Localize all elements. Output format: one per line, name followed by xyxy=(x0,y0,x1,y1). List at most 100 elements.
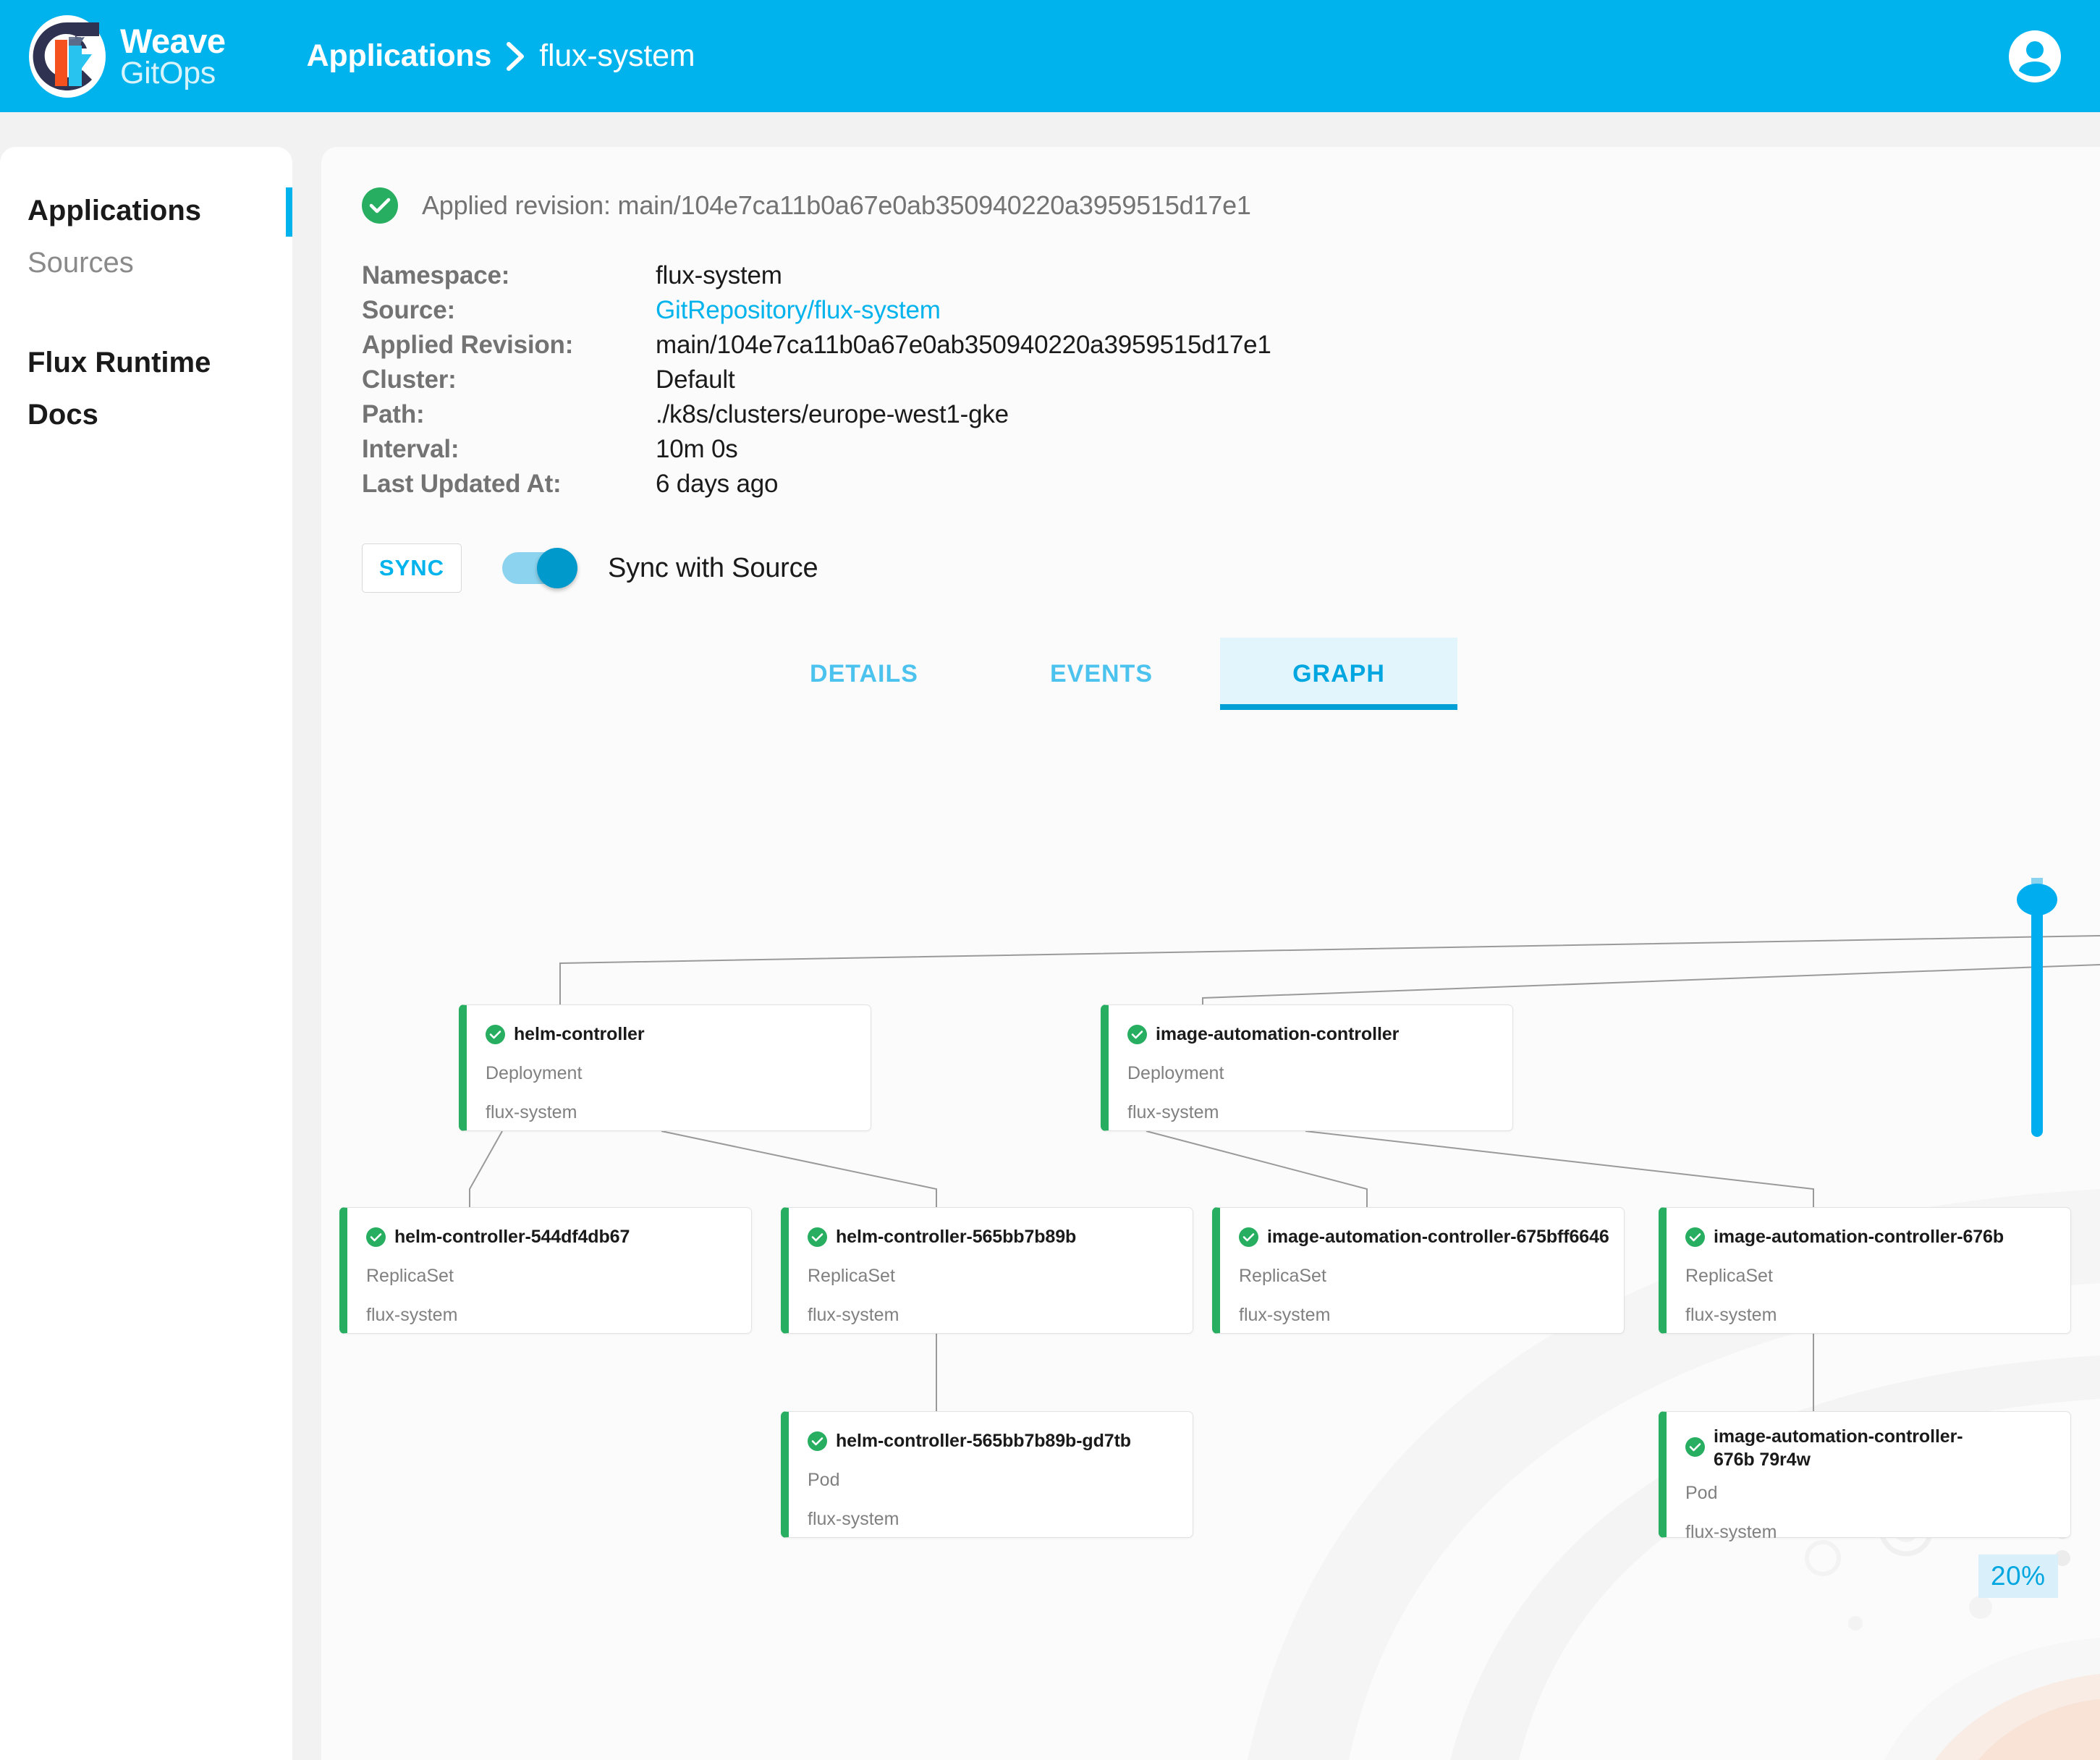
graph-node-namespace: flux-system xyxy=(366,1305,458,1325)
graph-node-kind: Pod xyxy=(1685,1483,1718,1503)
check-circle-icon xyxy=(808,1431,827,1451)
graph-node[interactable]: helm-controller-565bb7b89b-gd7tb Pod flu… xyxy=(781,1411,1193,1538)
detail-row-namespace: Namespace: flux-system xyxy=(362,261,2100,296)
graph-node[interactable]: image-automation-controller-676b 79r4w P… xyxy=(1659,1411,2071,1542)
check-circle-icon xyxy=(1685,1227,1705,1247)
graph-node-kind: Deployment xyxy=(486,1063,583,1083)
detail-value-source-link[interactable]: GitRepository/flux-system xyxy=(656,296,941,325)
detail-row-cluster: Cluster: Default xyxy=(362,365,2100,400)
graph-node-name: image-automation-controller-675bff6646 xyxy=(1267,1227,1609,1247)
graph-node-title: image-automation-controller-676b 79r4w xyxy=(1685,1425,1989,1471)
detail-value: Default xyxy=(656,365,735,394)
graph-node-namespace: flux-system xyxy=(1239,1305,1331,1325)
detail-key: Interval: xyxy=(362,435,460,463)
detail-key: Namespace: xyxy=(362,261,510,289)
sync-controls: SYNC Sync with Source xyxy=(362,543,2100,593)
graph-node-kind: ReplicaSet xyxy=(808,1266,895,1286)
graph-node-name: image-automation-controller xyxy=(1156,1024,1400,1044)
detail-row-last-updated: Last Updated At: 6 days ago xyxy=(362,470,2100,504)
toggle-knob xyxy=(537,548,577,588)
graph-node-kind: ReplicaSet xyxy=(1685,1266,1773,1286)
graph-node[interactable]: helm-controller-565bb7b89b ReplicaSet fl… xyxy=(781,1207,1193,1334)
breadcrumb-applications[interactable]: Applications xyxy=(307,38,492,74)
breadcrumb: Applications flux-system xyxy=(307,38,695,74)
tab-bar: DETAILS EVENTS GRAPH xyxy=(745,638,2100,710)
graph-node-title: helm-controller-544df4db67 xyxy=(366,1225,732,1248)
graph-node-name: helm-controller-565bb7b89b xyxy=(836,1227,1077,1247)
sidebar-divider-gap xyxy=(0,289,292,337)
sidebar-item-applications[interactable]: Applications xyxy=(0,185,292,237)
detail-row-path: Path: ./k8s/clusters/europe-west1-gke xyxy=(362,400,2100,435)
graph-node-title: image-automation-controller-675bff6646 xyxy=(1239,1225,1609,1248)
detail-value: 6 days ago xyxy=(656,470,779,498)
graph-node[interactable]: image-automation-controller-675bff6646 R… xyxy=(1212,1207,1625,1334)
graph-node-namespace: flux-system xyxy=(486,1102,577,1122)
brand-text: Weave GitOps xyxy=(120,24,226,89)
graph-zoom-slider[interactable] xyxy=(1994,878,2080,1160)
tab-graph[interactable]: GRAPH xyxy=(1220,638,1457,710)
detail-key: Path: xyxy=(362,400,425,428)
check-circle-icon xyxy=(1685,1437,1705,1457)
detail-value: ./k8s/clusters/europe-west1-gke xyxy=(656,400,1009,428)
graph-node[interactable]: helm-controller Deployment flux-system xyxy=(459,1004,871,1131)
main-panel: Applied revision: main/104e7ca11b0a67e0a… xyxy=(321,147,2100,1760)
graph-node-kind: Pod xyxy=(808,1470,840,1490)
sidebar-item-label: Sources xyxy=(27,246,134,279)
graph-node[interactable]: image-automation-controller-676b Replica… xyxy=(1659,1207,2071,1334)
chevron-right-icon xyxy=(504,41,527,72)
check-circle-icon xyxy=(486,1025,505,1044)
sidebar-item-flux-runtime[interactable]: Flux Runtime xyxy=(0,337,292,389)
detail-key: Cluster: xyxy=(362,365,457,394)
check-circle-icon xyxy=(808,1227,827,1247)
detail-key: Applied Revision: xyxy=(362,331,574,359)
sidebar-item-label: Applications xyxy=(27,194,202,227)
graph-node-name: helm-controller-565bb7b89b-gd7tb xyxy=(836,1431,1131,1451)
graph-node-title: image-automation-controller xyxy=(1127,1023,1494,1046)
sidebar-item-label: Docs xyxy=(27,398,98,431)
detail-value: flux-system xyxy=(656,261,782,289)
graph-node[interactable]: image-automation-controller Deployment f… xyxy=(1101,1004,1513,1131)
graph-node-kind: Deployment xyxy=(1127,1063,1224,1083)
check-circle-icon xyxy=(1239,1227,1258,1247)
sidebar-item-sources[interactable]: Sources xyxy=(0,237,292,289)
check-circle-icon xyxy=(362,187,398,224)
detail-value: main/104e7ca11b0a67e0ab350940220a3959515… xyxy=(656,331,1271,359)
detail-row-interval: Interval: 10m 0s xyxy=(362,435,2100,470)
detail-row-applied-revision: Applied Revision: main/104e7ca11b0a67e0a… xyxy=(362,331,2100,365)
sync-with-source-label: Sync with Source xyxy=(608,552,818,583)
tab-details[interactable]: DETAILS xyxy=(745,638,983,710)
applied-revision-status: Applied revision: main/104e7ca11b0a67e0a… xyxy=(362,187,2100,224)
breadcrumb-current: flux-system xyxy=(539,38,695,73)
account-circle-icon[interactable] xyxy=(2007,29,2062,84)
graph-node-kind: ReplicaSet xyxy=(366,1266,454,1286)
sidebar-item-docs[interactable]: Docs xyxy=(0,389,292,441)
graph-node-kind: ReplicaSet xyxy=(1239,1266,1326,1286)
graph-node-title: image-automation-controller-676b xyxy=(1685,1225,2052,1248)
zoom-slider-thumb[interactable] xyxy=(2017,884,2057,915)
details-list: Namespace: flux-system Source: GitReposi… xyxy=(362,261,2100,504)
brand[interactable]: Weave GitOps xyxy=(27,14,226,99)
tab-events[interactable]: EVENTS xyxy=(983,638,1220,710)
sidebar-active-indicator xyxy=(286,187,292,237)
detail-key: Source: xyxy=(362,296,455,324)
graph-node-namespace: flux-system xyxy=(808,1305,899,1325)
graph-node-namespace: flux-system xyxy=(808,1509,899,1529)
graph-node-name: helm-controller xyxy=(514,1024,645,1044)
top-bar: Weave GitOps Applications flux-system xyxy=(0,0,2100,112)
graph-node[interactable]: helm-controller-544df4db67 ReplicaSet fl… xyxy=(339,1207,752,1334)
graph-node-name: image-automation-controller-676b 79r4w xyxy=(1714,1426,1963,1470)
weave-gitops-logo-icon xyxy=(29,14,106,98)
graph-node-name: helm-controller-544df4db67 xyxy=(394,1227,630,1247)
sync-button[interactable]: SYNC xyxy=(362,543,462,593)
graph-node-title: helm-controller-565bb7b89b xyxy=(808,1225,1174,1248)
zoom-percent-label: 20% xyxy=(1978,1554,2058,1598)
graph-node-title: helm-controller xyxy=(486,1023,852,1046)
detail-value: 10m 0s xyxy=(656,435,738,463)
check-circle-icon xyxy=(366,1227,386,1247)
dependency-graph[interactable]: helm-controller Deployment flux-system i… xyxy=(321,878,2100,1760)
detail-key: Last Updated At: xyxy=(362,470,562,498)
graph-node-title: helm-controller-565bb7b89b-gd7tb xyxy=(808,1429,1174,1452)
sync-with-source-toggle[interactable] xyxy=(502,548,577,588)
graph-node-namespace: flux-system xyxy=(1685,1522,1777,1542)
applied-revision-text: Applied revision: main/104e7ca11b0a67e0a… xyxy=(422,190,1251,220)
